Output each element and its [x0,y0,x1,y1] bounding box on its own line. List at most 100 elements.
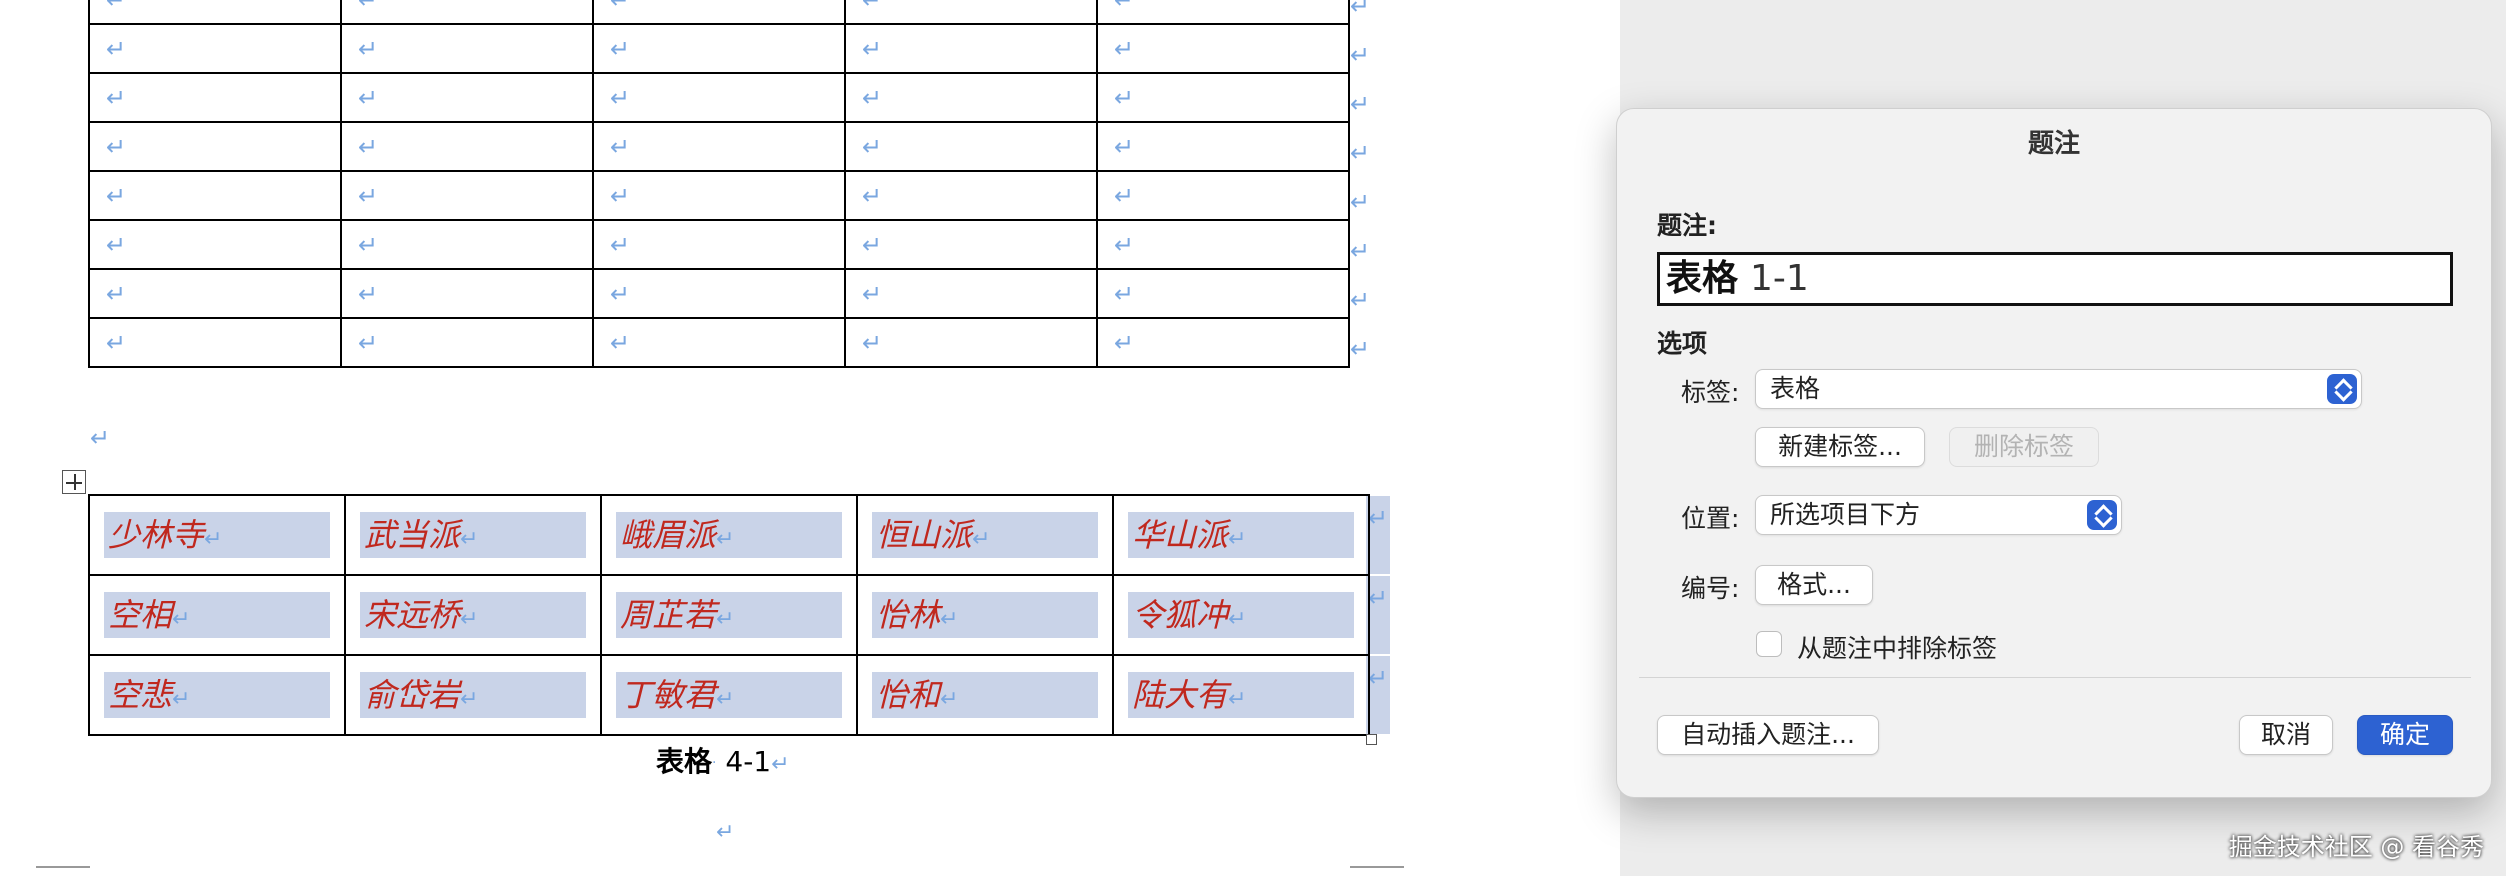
table-cell[interactable]: ↵ [88,121,342,172]
cell-value: 恒山派 [876,516,973,554]
table-cell[interactable]: ↵ [844,170,1098,221]
table-cell[interactable]: 少林寺↵ [88,494,346,576]
caption-dialog[interactable]: 题注 题注: 表格 1-1 选项 标签: 表格 新建标签... 删除标签 位置: … [1616,108,2492,798]
cell-value: 峨眉派 [620,516,717,554]
autoinsert-caption-button[interactable]: 自动插入题注... [1657,715,1879,755]
cell-end-mark: ↵ [172,607,191,632]
cell-text: 武当派↵ [360,512,586,558]
row-end-mark: ↵ [1368,504,1389,532]
table-cell[interactable]: 周芷若↵ [600,574,858,656]
new-tag-button[interactable]: 新建标签... [1755,427,1925,467]
table-cell[interactable]: 空悲↵ [88,654,346,736]
table-cell[interactable]: ↵ [1096,170,1350,221]
table-cell[interactable]: ↵ [844,219,1098,270]
table-cell[interactable]: ↵ [592,23,846,74]
table-cell[interactable]: ↵ [592,317,846,368]
cell-text: 空悲↵ [104,672,330,718]
cancel-button[interactable]: 取消 [2239,715,2333,755]
cell-text: 峨眉派↵ [616,512,842,558]
ok-button[interactable]: 确定 [2357,715,2453,755]
delete-tag-button[interactable]: 删除标签 [1949,427,2099,467]
table-cell[interactable]: ↵ [844,121,1098,172]
tag-select[interactable]: 表格 [1755,369,2362,409]
table-cell[interactable]: ↵ [592,121,846,172]
cell-text: 宋远桥↵ [360,592,586,638]
table-cell[interactable]: ↵ [592,0,846,25]
table-cell[interactable]: 宋远桥↵ [344,574,602,656]
cell-end-mark: ↵ [358,230,379,259]
table-cell[interactable]: 华山派↵ [1112,494,1370,576]
cell-value: 空相 [108,596,173,634]
table-cell[interactable]: ↵ [88,317,342,368]
cell-end-mark: ↵ [862,279,883,308]
table-cell[interactable]: ↵ [340,121,594,172]
table-row: 空悲↵ 俞岱岩↵ 丁敏君↵ 怡和↵ 陆大有↵ [88,654,1370,736]
table-cell[interactable]: ↵ [88,0,342,25]
cell-end-mark: ↵ [862,230,883,259]
cell-end-mark: ↵ [610,230,631,259]
table-cell[interactable]: ↵ [1096,219,1350,270]
table-cell[interactable]: ↵ [592,72,846,123]
table-cell[interactable]: ↵ [1096,72,1350,123]
cell-end-mark: ↵ [358,279,379,308]
cell-end-mark: ↵ [716,527,735,552]
table-cell[interactable]: ↵ [1096,268,1350,319]
table-cell[interactable]: ↵ [88,23,342,74]
table-cell[interactable]: 丁敏君↵ [600,654,858,736]
table-cell[interactable]: ↵ [340,219,594,270]
exclude-label-checkbox[interactable] [1756,631,1782,657]
row-end-mark: ↵ [1350,335,1371,363]
table-cell[interactable]: 空相↵ [88,574,346,656]
table-cell[interactable]: 俞岱岩↵ [344,654,602,736]
table-cell[interactable]: ↵ [340,72,594,123]
table-cell[interactable]: ↵ [592,219,846,270]
table-cell[interactable]: ↵ [88,170,342,221]
table-cell[interactable]: ↵ [844,23,1098,74]
table-cell[interactable]: ↵ [340,23,594,74]
position-select[interactable]: 所选项目下方 [1755,495,2122,535]
table-cell[interactable]: ↵ [592,268,846,319]
table-cell[interactable]: 陆大有↵ [1112,654,1370,736]
table-cell[interactable]: ↵ [592,170,846,221]
table-cell[interactable]: ↵ [88,268,342,319]
chevron-updown-icon [2087,500,2117,530]
table-cell[interactable]: 峨眉派↵ [600,494,858,576]
cell-end-mark: ↵ [1228,687,1247,712]
cell-end-mark: ↵ [106,181,127,210]
cell-value: 令狐冲 [1132,596,1229,634]
table-cell[interactable]: ↵ [1096,0,1350,25]
document-area[interactable]: ↵ ↵ ↵ ↵ ↵ ↵ ↵ ↵ ↵ ↵ ↵ ↵ ↵ ↵ ↵ ↵ ↵ ↵ ↵ ↵ ↵ ↵ ↵ ↵ ↵ ↵ ↵ ↵ ↵ ↵ ↵ ↵ ↵ ↵ ↵ ↵ ↵ ↵ ↵ ↵… [0,0,1620,876]
cell-value: 丁敏君 [620,676,717,714]
row-end-mark: ↵ [1350,139,1371,167]
caption-input[interactable]: 表格 1-1 [1657,252,2453,306]
table-cell[interactable]: ↵ [1096,317,1350,368]
table-cell[interactable]: ↵ [88,72,342,123]
cell-end-mark: ↵ [106,0,126,14]
table-cell[interactable]: ↵ [1096,23,1350,74]
table-cell[interactable]: ↵ [1096,121,1350,172]
empty-table[interactable]: ↵ ↵ ↵ ↵ ↵ ↵ ↵ ↵ ↵ ↵ ↵ ↵ ↵ ↵ ↵ ↵ ↵ ↵ ↵ ↵ ↵ ↵ ↵ ↵ ↵ ↵ ↵ ↵ ↵ ↵ ↵ ↵ ↵ ↵ ↵ ↵ ↵ ↵ ↵ ↵ [88,0,1350,368]
table-cell[interactable]: ↵ [844,268,1098,319]
table-cell[interactable]: ↵ [88,219,342,270]
row-end-mark: ↵ [1368,584,1389,612]
cell-end-mark: ↵ [610,328,631,357]
table-cell[interactable]: ↵ [844,317,1098,368]
cell-value: 武当派 [364,516,461,554]
table-resize-handle[interactable] [1366,734,1377,745]
table-cell[interactable]: 令狐冲↵ [1112,574,1370,656]
format-button[interactable]: 格式... [1755,565,1873,605]
table-cell[interactable]: 怡林↵ [856,574,1114,656]
table-cell[interactable]: ↵ [844,72,1098,123]
data-table[interactable]: 少林寺↵ 武当派↵ 峨眉派↵ 恒山派↵ 华山派↵ 空相↵ 宋远桥↵ 周芷若↵ 怡林↵ 令狐冲↵ 空悲… [88,494,1370,736]
table-caption[interactable]: 表格· 4-1↵ [656,740,790,780]
table-move-handle[interactable] [62,470,86,494]
table-cell[interactable]: ↵ [844,0,1098,25]
cell-end-mark: ↵ [862,328,883,357]
table-cell[interactable]: 怡和↵ [856,654,1114,736]
table-cell[interactable]: ↵ [340,268,594,319]
table-cell[interactable]: ↵ [340,0,594,25]
table-cell[interactable]: ↵ [340,170,594,221]
table-cell[interactable]: ↵ [340,317,594,368]
table-cell[interactable]: 恒山派↵ [856,494,1114,576]
table-cell[interactable]: 武当派↵ [344,494,602,576]
